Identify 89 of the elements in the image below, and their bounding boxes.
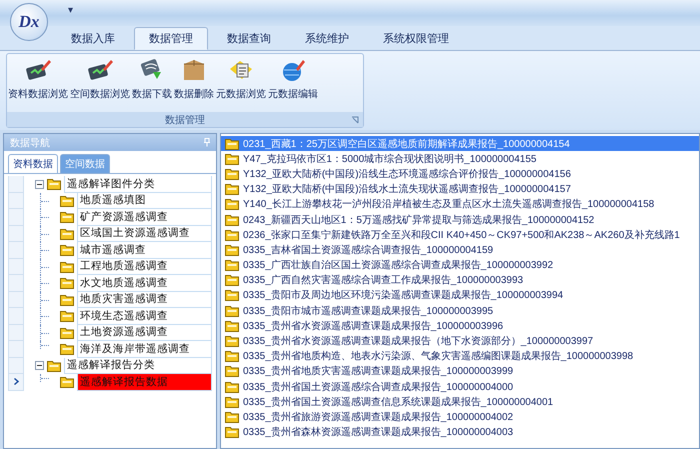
file-list-item[interactable]: Y132_亚欧大陆桥(中国段)沿线水土流失现状遥感调查报告_100000004157 (221, 182, 699, 197)
quick-access-dropdown[interactable]: ▾ (68, 5, 74, 16)
folder-icon (60, 376, 74, 388)
folder-icon (225, 259, 239, 272)
tree-item[interactable]: 地质灾害遥感调查 (77, 292, 212, 308)
folder-icon (225, 244, 239, 256)
current-row-icon (14, 378, 18, 386)
folder-icon (225, 426, 239, 438)
file-list-item[interactable]: 0335_贵州省国土资源遥感综合调查成果报告_100000004000 (221, 379, 699, 394)
app-logo[interactable]: Dx (10, 3, 48, 41)
file-list-item[interactable]: 0335_广西自然灾害遥感综合调查工作成果报告_100000003993 (221, 272, 699, 288)
folder-icon (225, 138, 239, 150)
folder-icon (225, 320, 239, 332)
folder-icon (225, 396, 239, 408)
folder-icon (60, 277, 74, 290)
dialog-launcher-icon[interactable] (351, 116, 359, 124)
tree-item[interactable]: 环境生态遥感调查 (77, 308, 212, 324)
file-list-item[interactable]: Y47_克拉玛依市区1：5000城市综合现状图说明书_100000004155 (221, 151, 699, 166)
file-list-item[interactable]: 0231_西藏1：25万区调空白区遥感地质前期解译成果报告_100000004154 (221, 136, 699, 152)
ribbon-tab[interactable]: 数据管理 (134, 27, 208, 50)
folder-icon (225, 214, 239, 226)
panel-title: 数据导航 (10, 136, 50, 150)
folder-icon (225, 183, 239, 196)
folder-icon (60, 294, 74, 306)
pin-icon[interactable] (204, 138, 210, 147)
folder-icon (60, 343, 74, 356)
ribbon-button[interactable]: 资料数据浏览 (7, 57, 69, 101)
file-list-item[interactable]: 0335_贵州省森林资源遥感调查课题成果报告_100000004003 (221, 424, 699, 440)
folder-icon (60, 244, 74, 256)
ribbon-tab[interactable]: 数据查询 (212, 27, 286, 50)
tree-item[interactable]: 土地资源遥感调查 (77, 324, 212, 341)
folder-icon (60, 326, 74, 339)
folder-icon (225, 289, 239, 302)
file-list-item[interactable]: Y140_长江上游攀枝花一泸州段沿岸植被生态及重点区水土流失遥感调查报告_100000004158 (221, 196, 699, 212)
file-list-item[interactable]: 0335_贵州省水资源遥感调查课题成果报告_100000003996 (221, 318, 699, 334)
file-list-item[interactable]: 0335_贵州省地质构造、地表水污染源、气象灾害遥感编图课题成果报告_100000003998 (221, 348, 699, 364)
collapse-icon[interactable] (35, 180, 44, 189)
folder-icon (225, 228, 239, 241)
file-list-item[interactable]: 0335_贵阳市及周边地区环境污染遥感调查课题成果报告_100000003994 (221, 288, 699, 304)
ribbon-button[interactable]: 数据下载 (131, 57, 173, 101)
tree-item[interactable]: 区域国土资源遥感调查 (77, 226, 212, 242)
ribbon-button[interactable]: 元数据编辑 (267, 57, 319, 101)
folder-icon (225, 168, 239, 180)
folder-icon (225, 380, 239, 393)
folder-icon (225, 335, 239, 348)
file-list-item[interactable]: 0335_贵州省水资源遥感调查课题成果报告（地下水资源部分）_100000003997 (221, 333, 699, 349)
tree-item[interactable]: 水文地质遥感调查 (77, 275, 212, 292)
ribbon-tab[interactable]: 数据入库 (56, 27, 130, 50)
folder-icon (225, 365, 239, 378)
folder-icon (60, 211, 74, 224)
tree-item[interactable]: 工程地质遥感调查 (77, 258, 212, 275)
tree-item[interactable]: 遥感解译报告数据 (77, 374, 212, 390)
file-list-item[interactable]: 0335_广西壮族自治区国土资源遥感综合调查成果报告_100000003992 (221, 258, 699, 273)
tree-item[interactable]: 矿产资源遥感调查 (77, 209, 212, 226)
file-list-item[interactable]: 0243_新疆西天山地区1：5万遥感找矿异常提取与筛选成果报告_100000004152 (221, 212, 699, 228)
ribbon-tab[interactable]: 系统维护 (290, 27, 364, 50)
ribbon-button[interactable]: 数据删除 (173, 57, 215, 101)
tree-item[interactable]: 地质遥感填图 (77, 192, 212, 209)
panel-tab[interactable]: 资料数据 (8, 154, 58, 173)
file-list-item[interactable]: 0335_贵州省地质灾害遥感调查课题成果报告_100000003999 (221, 364, 699, 379)
file-list-item[interactable]: 0335_吉林省国土资源遥感综合调查报告_100000004159 (221, 242, 699, 258)
folder-icon (225, 304, 239, 317)
ribbon-button[interactable]: 元数据浏览 (215, 57, 267, 101)
tree-item[interactable]: 遥感解译图件分类 (64, 176, 212, 192)
collapse-icon[interactable] (35, 361, 44, 370)
folder-icon (225, 410, 239, 423)
file-list-item[interactable]: 0335_贵州省旅游资源遥感调查课题成果报告_100000004002 (221, 409, 699, 425)
folder-icon (225, 350, 239, 362)
ribbon-button[interactable]: 空间数据浏览 (69, 57, 131, 101)
folder-icon (60, 260, 74, 273)
folder-icon (225, 152, 239, 165)
file-list-item[interactable]: Y132_亚欧大陆桥(中国段)沿线生态环境遥感综合评价报告_100000004156 (221, 166, 699, 182)
tree-item[interactable]: 城市遥感调查 (77, 242, 212, 258)
tree-item[interactable]: 海洋及海岸带遥感调查 (77, 341, 212, 358)
folder-icon (225, 198, 239, 210)
folder-icon (225, 274, 239, 286)
folder-icon (60, 310, 74, 322)
globe-pencil-icon (280, 57, 306, 83)
file-list-item[interactable]: 0335_贵阳市城市遥感调查课题成果报告_100000003995 (221, 303, 699, 318)
group-title: 数据管理 (165, 114, 205, 126)
row-header[interactable] (8, 374, 24, 390)
folder-icon (47, 360, 61, 372)
folder-icon (60, 194, 74, 207)
file-list-item[interactable]: 0236_张家口至集宁新建铁路万全至兴和段CII K40+450～CK97+500和AK238～AK260及补充线路1 (221, 227, 699, 242)
ribbon-tab[interactable]: 系统权限管理 (368, 27, 464, 50)
file-list-item[interactable]: 0335_贵州省国土资源遥感调查信息系统课题成果报告_100000004001 (221, 394, 699, 410)
folder-icon (60, 228, 74, 240)
folder-icon (47, 178, 61, 190)
cardboard-box-icon (181, 57, 207, 83)
